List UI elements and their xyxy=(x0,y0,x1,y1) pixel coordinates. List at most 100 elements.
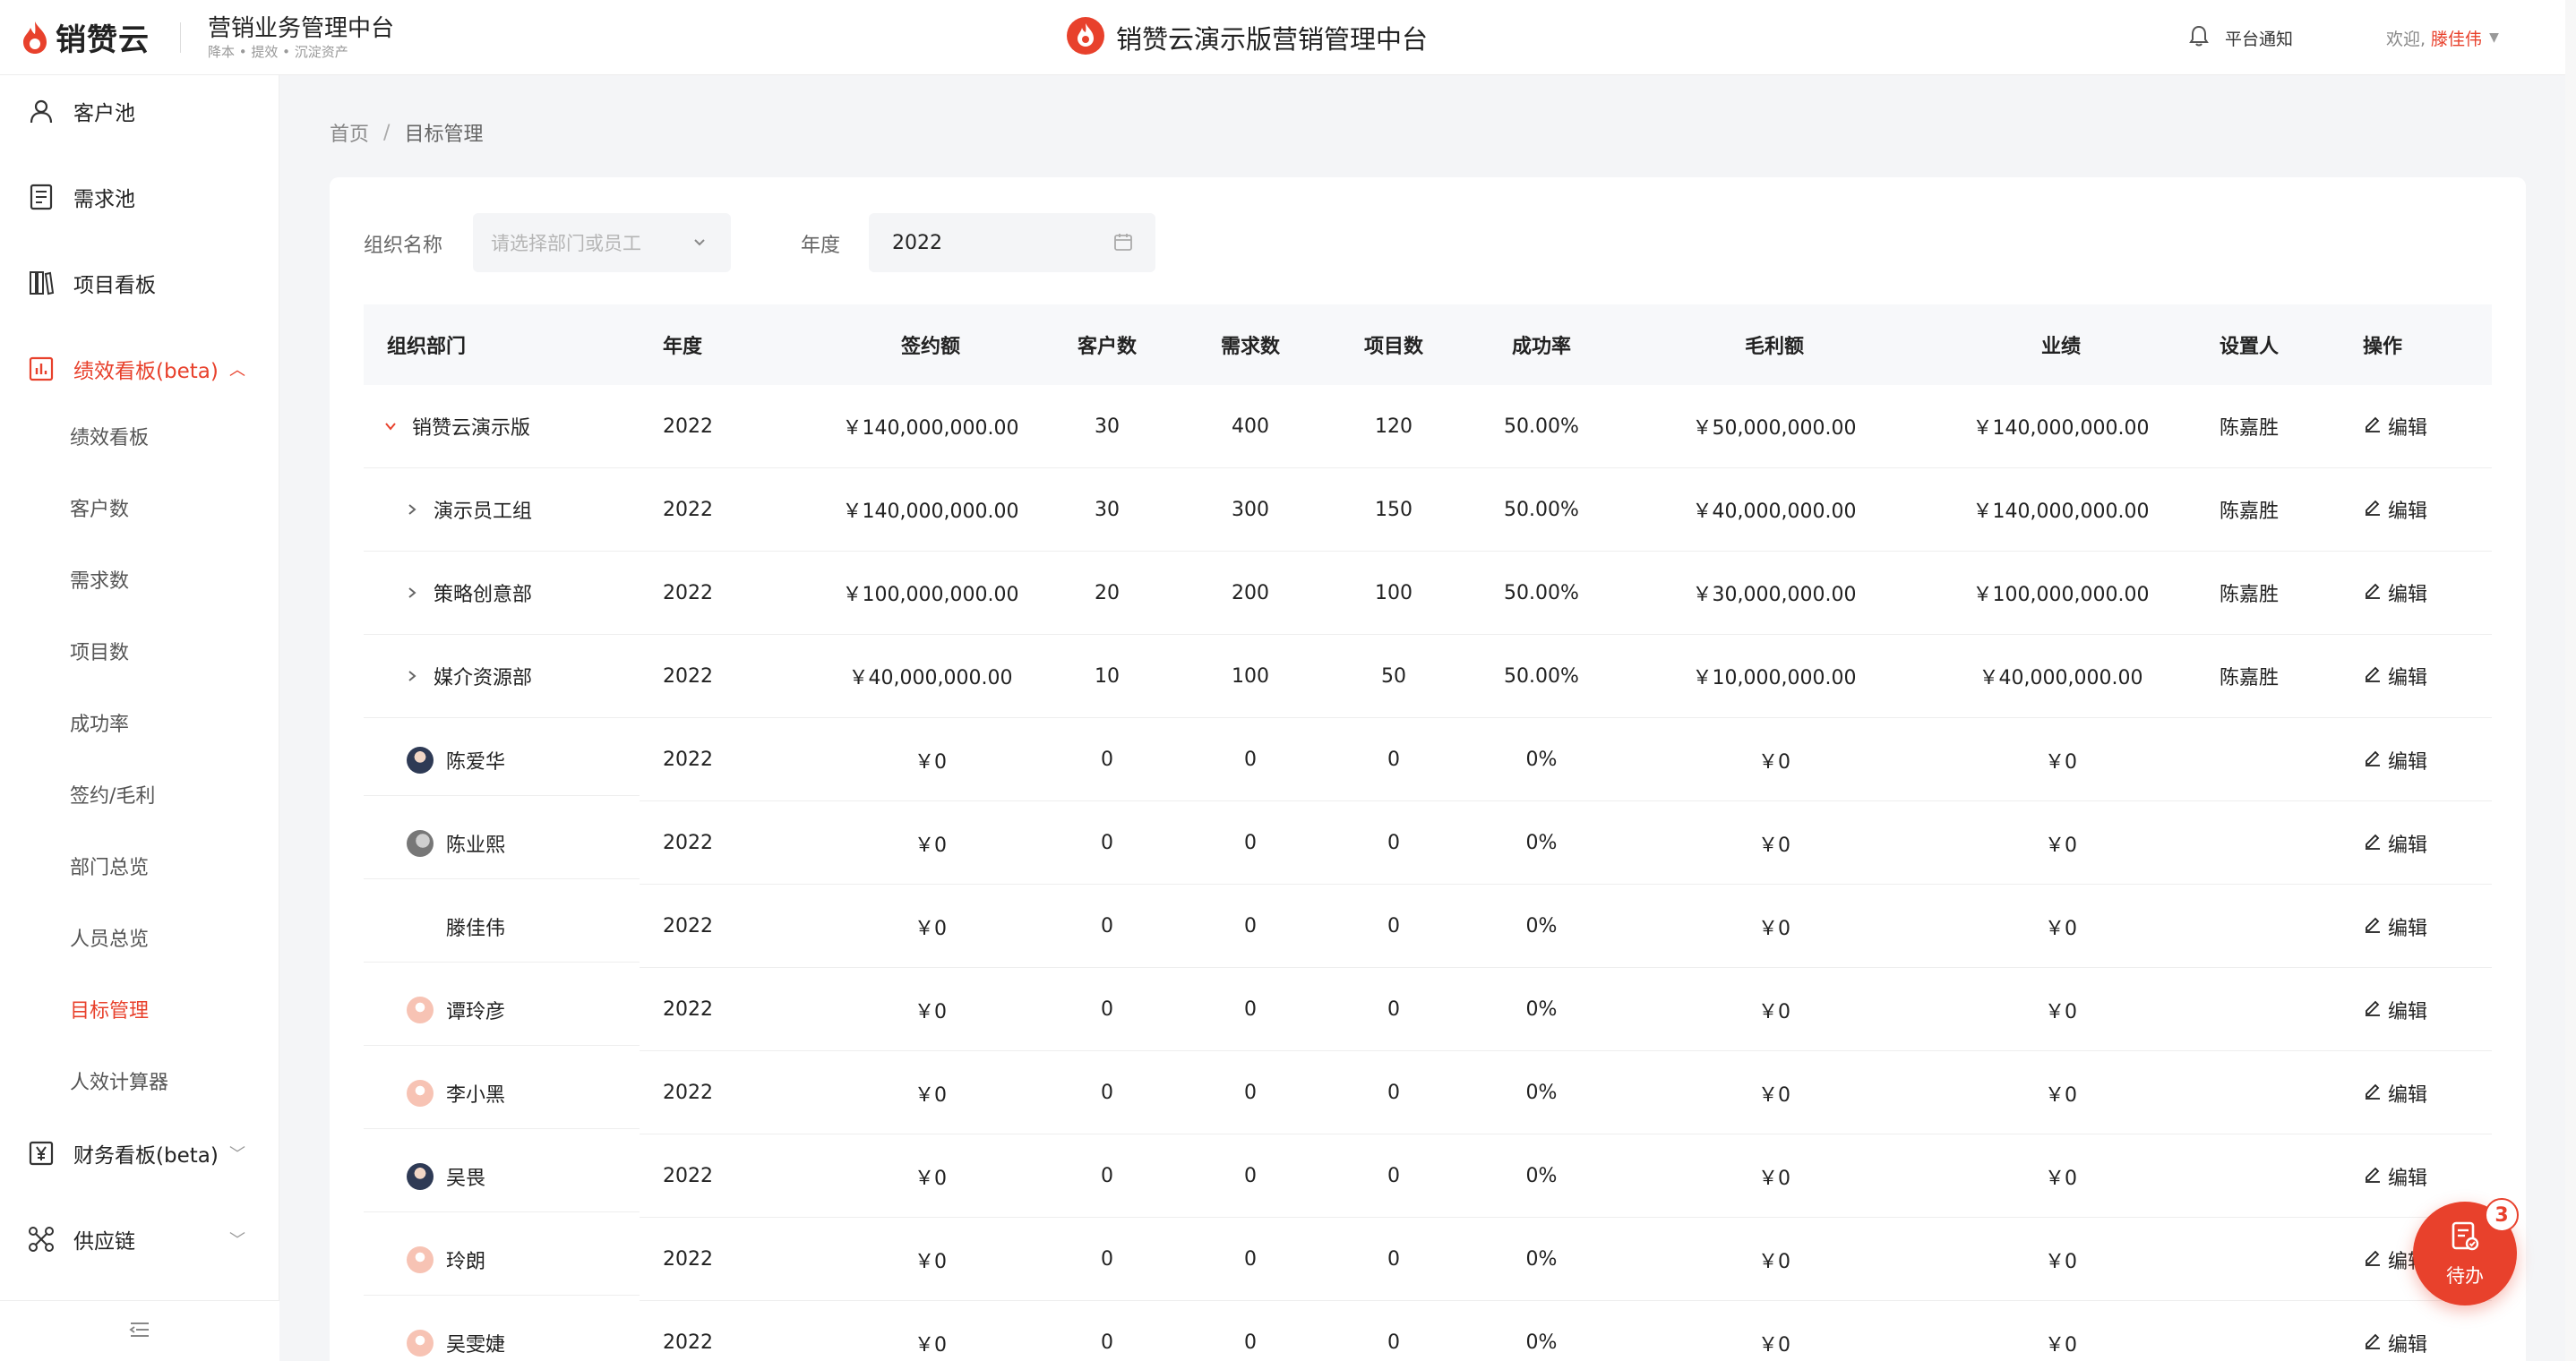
cell-year: 2022 xyxy=(663,832,713,854)
cell-success-rate: 0% xyxy=(1525,1248,1558,1271)
sidebar-item-project-board[interactable]: 项目看板 xyxy=(0,247,279,319)
cell-projects: 0 xyxy=(1387,998,1400,1021)
logo[interactable]: 销赞云 xyxy=(21,15,150,59)
edit-button[interactable]: 编辑 xyxy=(2363,1329,2427,1357)
edit-icon xyxy=(2363,414,2383,439)
col-header-demands: 需求数 xyxy=(1220,336,1280,358)
sidebar-subitem[interactable]: 绩效看板 xyxy=(0,405,279,467)
cell-demands: 0 xyxy=(1244,998,1257,1021)
edit-icon xyxy=(2363,1164,2383,1189)
org-name-text: 吴雯婕 xyxy=(446,1333,506,1357)
cell-demands: 0 xyxy=(1244,1165,1257,1187)
edit-button[interactable]: 编辑 xyxy=(2363,412,2427,441)
sidebar-subitem[interactable]: 成功率 xyxy=(0,691,279,754)
edit-label: 编辑 xyxy=(2388,1167,2428,1190)
year-picker[interactable]: 2022 xyxy=(869,213,1155,272)
avatar xyxy=(407,1245,434,1273)
todo-float-button[interactable]: 待办 3 xyxy=(2413,1198,2519,1305)
cell-sign-amount: ￥0 xyxy=(914,1250,947,1273)
edit-button[interactable]: 编辑 xyxy=(2363,1162,2427,1191)
sidebar-subitem[interactable]: 项目数 xyxy=(0,620,279,682)
user-menu[interactable]: 欢迎, 滕佳伟 ▼ xyxy=(2386,20,2499,56)
avatar xyxy=(407,1162,434,1190)
page-scrollbar[interactable] xyxy=(2565,0,2576,1361)
cell-projects: 0 xyxy=(1387,1082,1400,1104)
table-row: 策略创意部 2022 ￥100,000,000.00 20 200 100 50.00% ￥3… xyxy=(364,552,2492,635)
sidebar-subitem[interactable]: 人员总览 xyxy=(0,906,279,969)
cell-sign-amount: ￥0 xyxy=(914,1167,947,1190)
breadcrumb-home[interactable]: 首页 xyxy=(330,118,369,147)
cell-gross: ￥0 xyxy=(1758,1167,1790,1190)
avatar xyxy=(407,1079,434,1107)
edit-button[interactable]: 编辑 xyxy=(2363,662,2427,690)
chevron-right-icon[interactable] xyxy=(401,501,423,518)
org-select[interactable]: 请选择部门或员工 xyxy=(473,213,731,272)
table-row: 滕佳伟 2022 ￥0 0 0 0 0% ￥0 ￥0 编辑 xyxy=(364,885,2492,968)
cell-demands: 200 xyxy=(1232,581,1269,604)
col-header-success-rate: 成功率 xyxy=(1511,336,1571,358)
table-row: 媒介资源部 2022 ￥40,000,000.00 10 100 50 50.00% ￥10,… xyxy=(364,635,2492,718)
cell-demands: 0 xyxy=(1244,749,1257,771)
edit-button[interactable]: 编辑 xyxy=(2363,578,2427,607)
edit-button[interactable]: 编辑 xyxy=(2363,912,2427,941)
chevron-right-icon[interactable] xyxy=(401,585,423,601)
cell-customers: 30 xyxy=(1095,498,1120,521)
sidebar-subitem-active[interactable]: 目标管理 xyxy=(0,978,279,1040)
cell-year: 2022 xyxy=(663,1165,713,1187)
edit-button[interactable]: 编辑 xyxy=(2363,495,2427,524)
sidebar-item-supply-chain[interactable]: 供应链 ﹀ xyxy=(0,1203,279,1275)
cell-year: 2022 xyxy=(663,1331,713,1354)
sidebar-subitem[interactable]: 人效计算器 xyxy=(0,1049,279,1112)
edit-button[interactable]: 编辑 xyxy=(2363,1079,2427,1108)
sidebar-item-label: 绩效看板(beta) xyxy=(73,360,219,383)
platform-notice[interactable]: 平台通知 xyxy=(2189,20,2293,56)
edit-button[interactable]: 编辑 xyxy=(2363,746,2427,775)
cell-org-name: 谭玲彦 xyxy=(407,996,505,1024)
chevron-down-icon: ﹀ xyxy=(229,1145,245,1164)
sidebar-subitem[interactable]: 客户数 xyxy=(0,476,279,539)
bell-icon xyxy=(2189,25,2209,51)
center-title-text: 销赞云演示版营销管理中台 xyxy=(1116,24,1429,55)
cell-year: 2022 xyxy=(663,1082,713,1104)
sidebar-subitem[interactable]: 签约/毛利 xyxy=(0,763,279,826)
cell-performance: ￥0 xyxy=(2045,1167,2077,1190)
calendar-icon xyxy=(1112,231,1134,258)
cell-performance: ￥140,000,000.00 xyxy=(1972,417,2150,440)
sidebar-subitem[interactable]: 需求数 xyxy=(0,548,279,611)
edit-button[interactable]: 编辑 xyxy=(2363,996,2427,1024)
edit-label: 编辑 xyxy=(2388,1333,2428,1357)
cell-sign-amount: ￥0 xyxy=(914,1000,947,1023)
org-name-text: 演示员工组 xyxy=(434,501,533,523)
sidebar-item-finance-board[interactable]: 财务看板(beta) ﹀ xyxy=(0,1117,279,1189)
cell-org-name: 策略创意部 xyxy=(401,578,532,607)
top-header: 销赞云 营销业务管理中台 降本 • 提效 • 沉淀资产 销赞云演示版营销管理中台… xyxy=(0,0,2576,75)
cell-success-rate: 0% xyxy=(1525,1082,1558,1104)
breadcrumb-current: 目标管理 xyxy=(404,124,484,146)
edit-icon xyxy=(2363,1081,2383,1106)
cell-demands: 0 xyxy=(1244,1082,1257,1104)
org-name-text: 陈业熙 xyxy=(446,834,506,857)
cell-success-rate: 0% xyxy=(1525,832,1558,854)
sidebar-item-customer-pool[interactable]: 客户池 xyxy=(0,75,279,147)
sidebar-item-demand-pool[interactable]: 需求池 xyxy=(0,161,279,233)
sidebar-subitem[interactable]: 部门总览 xyxy=(0,835,279,897)
cell-year: 2022 xyxy=(663,498,713,521)
table-row: 李小黑 2022 ￥0 0 0 0 0% ￥0 ￥0 编辑 xyxy=(364,1051,2492,1134)
cell-customers: 0 xyxy=(1101,915,1113,937)
cell-customers: 10 xyxy=(1095,664,1120,688)
chevron-down-icon[interactable] xyxy=(380,418,401,434)
sidebar-collapse-button[interactable] xyxy=(0,1300,279,1361)
edit-icon xyxy=(2363,831,2383,856)
edit-icon xyxy=(2363,1331,2383,1356)
cell-performance: ￥140,000,000.00 xyxy=(1972,501,2150,523)
cell-org-name: 玲朗 xyxy=(407,1245,485,1274)
edit-icon xyxy=(2363,497,2383,522)
edit-button[interactable]: 编辑 xyxy=(2363,829,2427,858)
table-row: 谭玲彦 2022 ￥0 0 0 0 0% ￥0 ￥0 编辑 xyxy=(364,968,2492,1051)
chevron-right-icon[interactable] xyxy=(401,668,423,684)
sidebar-item-label: 客户池 xyxy=(73,102,135,125)
cell-org-name: 陈爱华 xyxy=(407,746,505,775)
sidebar-item-label: 需求池 xyxy=(73,188,135,211)
cell-org-name: 李小黑 xyxy=(407,1079,505,1108)
sidebar-item-performance-board[interactable]: 绩效看板(beta) ︿ xyxy=(0,333,279,405)
